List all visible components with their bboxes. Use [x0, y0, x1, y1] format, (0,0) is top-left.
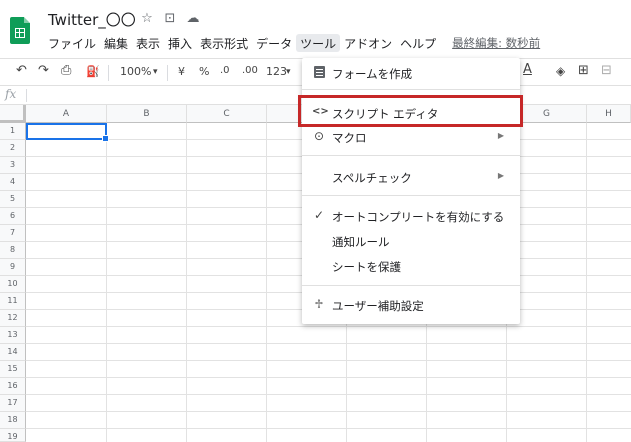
- percent-format-icon[interactable]: %: [199, 65, 209, 78]
- menu-divider: [302, 195, 520, 196]
- menu-item-accessibility[interactable]: ♱ ユーザー補助設定: [302, 294, 520, 316]
- decrease-decimal-icon[interactable]: .0: [220, 65, 230, 76]
- menu-item-label: オートコンプリートを有効にする: [332, 210, 505, 224]
- submenu-arrow-icon: ▶: [497, 131, 504, 140]
- title-icons: ☆ ⊡ ☁: [140, 11, 200, 26]
- menu-divider: [302, 285, 520, 286]
- row-gridline: [26, 343, 631, 344]
- form-icon: [312, 65, 326, 79]
- last-edit-link[interactable]: 最終編集: 数秒前: [448, 34, 544, 52]
- menu-addons[interactable]: アドオン: [340, 34, 396, 52]
- check-icon: ✓: [313, 208, 325, 222]
- highlight-annotation-box: [298, 95, 523, 127]
- play-circle-icon: ⊙: [313, 129, 325, 143]
- menu-view[interactable]: 表示: [132, 34, 164, 52]
- text-color-icon[interactable]: A: [523, 62, 532, 77]
- menu-item-macro[interactable]: ⊙ マクロ ▶: [302, 126, 520, 148]
- document-title[interactable]: Twitter_〇〇: [48, 9, 136, 30]
- row-header[interactable]: 17: [0, 395, 26, 412]
- row-gridline: [26, 377, 631, 378]
- row-gridline: [26, 411, 631, 412]
- menu-insert[interactable]: 挿入: [164, 34, 196, 52]
- row-header[interactable]: 18: [0, 412, 26, 429]
- row-gridline: [26, 394, 631, 395]
- increase-decimal-icon[interactable]: .00: [242, 65, 258, 76]
- row-header[interactable]: 4: [0, 174, 26, 191]
- move-to-folder-icon[interactable]: ⊡: [163, 11, 177, 26]
- accessibility-icon: ♱: [314, 297, 324, 311]
- currency-format-icon[interactable]: ¥: [178, 65, 185, 78]
- menu-help[interactable]: ヘルプ: [396, 34, 440, 52]
- borders-icon[interactable]: ⊞: [578, 63, 589, 78]
- toolbar-divider: [167, 65, 168, 81]
- number-format-chevron-down-icon[interactable]: ▾: [286, 67, 291, 77]
- row-gridline: [26, 326, 631, 327]
- menu-item-label: シートを保護: [332, 260, 401, 274]
- row-header[interactable]: 14: [0, 344, 26, 361]
- paint-format-icon[interactable]: ⛽: [86, 65, 100, 78]
- menu-data[interactable]: データ: [252, 34, 296, 52]
- row-header[interactable]: 10: [0, 276, 26, 293]
- menu-divider: [302, 155, 520, 156]
- menu-item-spelling[interactable]: スペルチェック ▶: [302, 166, 520, 188]
- row-header[interactable]: 3: [0, 157, 26, 174]
- toolbar-divider: [108, 65, 109, 81]
- menu-item-label: マクロ: [332, 131, 367, 145]
- row-header[interactable]: 13: [0, 327, 26, 344]
- menu-item-autocomplete[interactable]: ✓ オートコンプリートを有効にする: [302, 205, 520, 227]
- merge-cells-icon[interactable]: ⊟: [601, 63, 612, 78]
- zoom-chevron-down-icon[interactable]: ▾: [153, 67, 158, 77]
- column-header-b[interactable]: B: [107, 105, 187, 123]
- formula-divider: [26, 89, 27, 102]
- menu-item-notification-rules[interactable]: 通知ルール: [302, 230, 520, 252]
- selected-cell-a1[interactable]: [26, 123, 109, 142]
- row-header[interactable]: 11: [0, 293, 26, 310]
- row-header[interactable]: 6: [0, 208, 26, 225]
- row-header[interactable]: 2: [0, 140, 26, 157]
- row-header[interactable]: 7: [0, 225, 26, 242]
- row-header[interactable]: 5: [0, 191, 26, 208]
- select-all-corner[interactable]: [0, 105, 26, 123]
- row-gridline: [26, 360, 631, 361]
- number-format-select[interactable]: 123: [266, 65, 287, 78]
- app-header: Twitter_〇〇 ☆ ⊡ ☁ ファイル 編集 表示 挿入 表示形式 データ …: [0, 0, 631, 58]
- menu-item-label: 通知ルール: [332, 235, 390, 249]
- row-header[interactable]: 9: [0, 259, 26, 276]
- row-header[interactable]: 16: [0, 378, 26, 395]
- zoom-select[interactable]: 100%: [120, 65, 151, 78]
- column-header-h[interactable]: H: [587, 105, 631, 123]
- menu-bar: ファイル 編集 表示 挿入 表示形式 データ ツール アドオン ヘルプ 最終編集…: [44, 34, 544, 52]
- row-header[interactable]: 8: [0, 242, 26, 259]
- cloud-status-icon[interactable]: ☁: [186, 11, 200, 26]
- menu-divider: [302, 89, 520, 90]
- menu-edit[interactable]: 編集: [100, 34, 132, 52]
- menu-format[interactable]: 表示形式: [196, 34, 252, 52]
- menu-file[interactable]: ファイル: [44, 34, 100, 52]
- menu-item-create-form[interactable]: フォームを作成: [302, 62, 520, 84]
- menu-tools[interactable]: ツール: [296, 34, 341, 52]
- row-header[interactable]: 19: [0, 429, 26, 442]
- star-icon[interactable]: ☆: [140, 11, 154, 26]
- row-gridline: [26, 428, 631, 429]
- submenu-arrow-icon: ▶: [497, 171, 504, 180]
- sheets-logo-icon[interactable]: [10, 17, 30, 44]
- print-icon[interactable]: ⎙: [61, 63, 71, 78]
- menu-item-label: フォームを作成: [332, 67, 413, 81]
- function-icon: fx: [5, 87, 17, 101]
- row-header[interactable]: 12: [0, 310, 26, 327]
- menu-item-label: ユーザー補助設定: [332, 299, 424, 313]
- column-header-c[interactable]: C: [187, 105, 267, 123]
- menu-item-protect-sheet[interactable]: シートを保護: [302, 255, 520, 277]
- column-header-a[interactable]: A: [26, 105, 107, 123]
- row-header[interactable]: 1: [0, 123, 26, 140]
- menu-item-label: スペルチェック: [332, 171, 412, 185]
- redo-icon[interactable]: ↷: [38, 63, 49, 78]
- undo-icon[interactable]: ↶: [16, 63, 27, 78]
- fill-color-icon[interactable]: ◈: [556, 64, 565, 78]
- row-header[interactable]: 15: [0, 361, 26, 378]
